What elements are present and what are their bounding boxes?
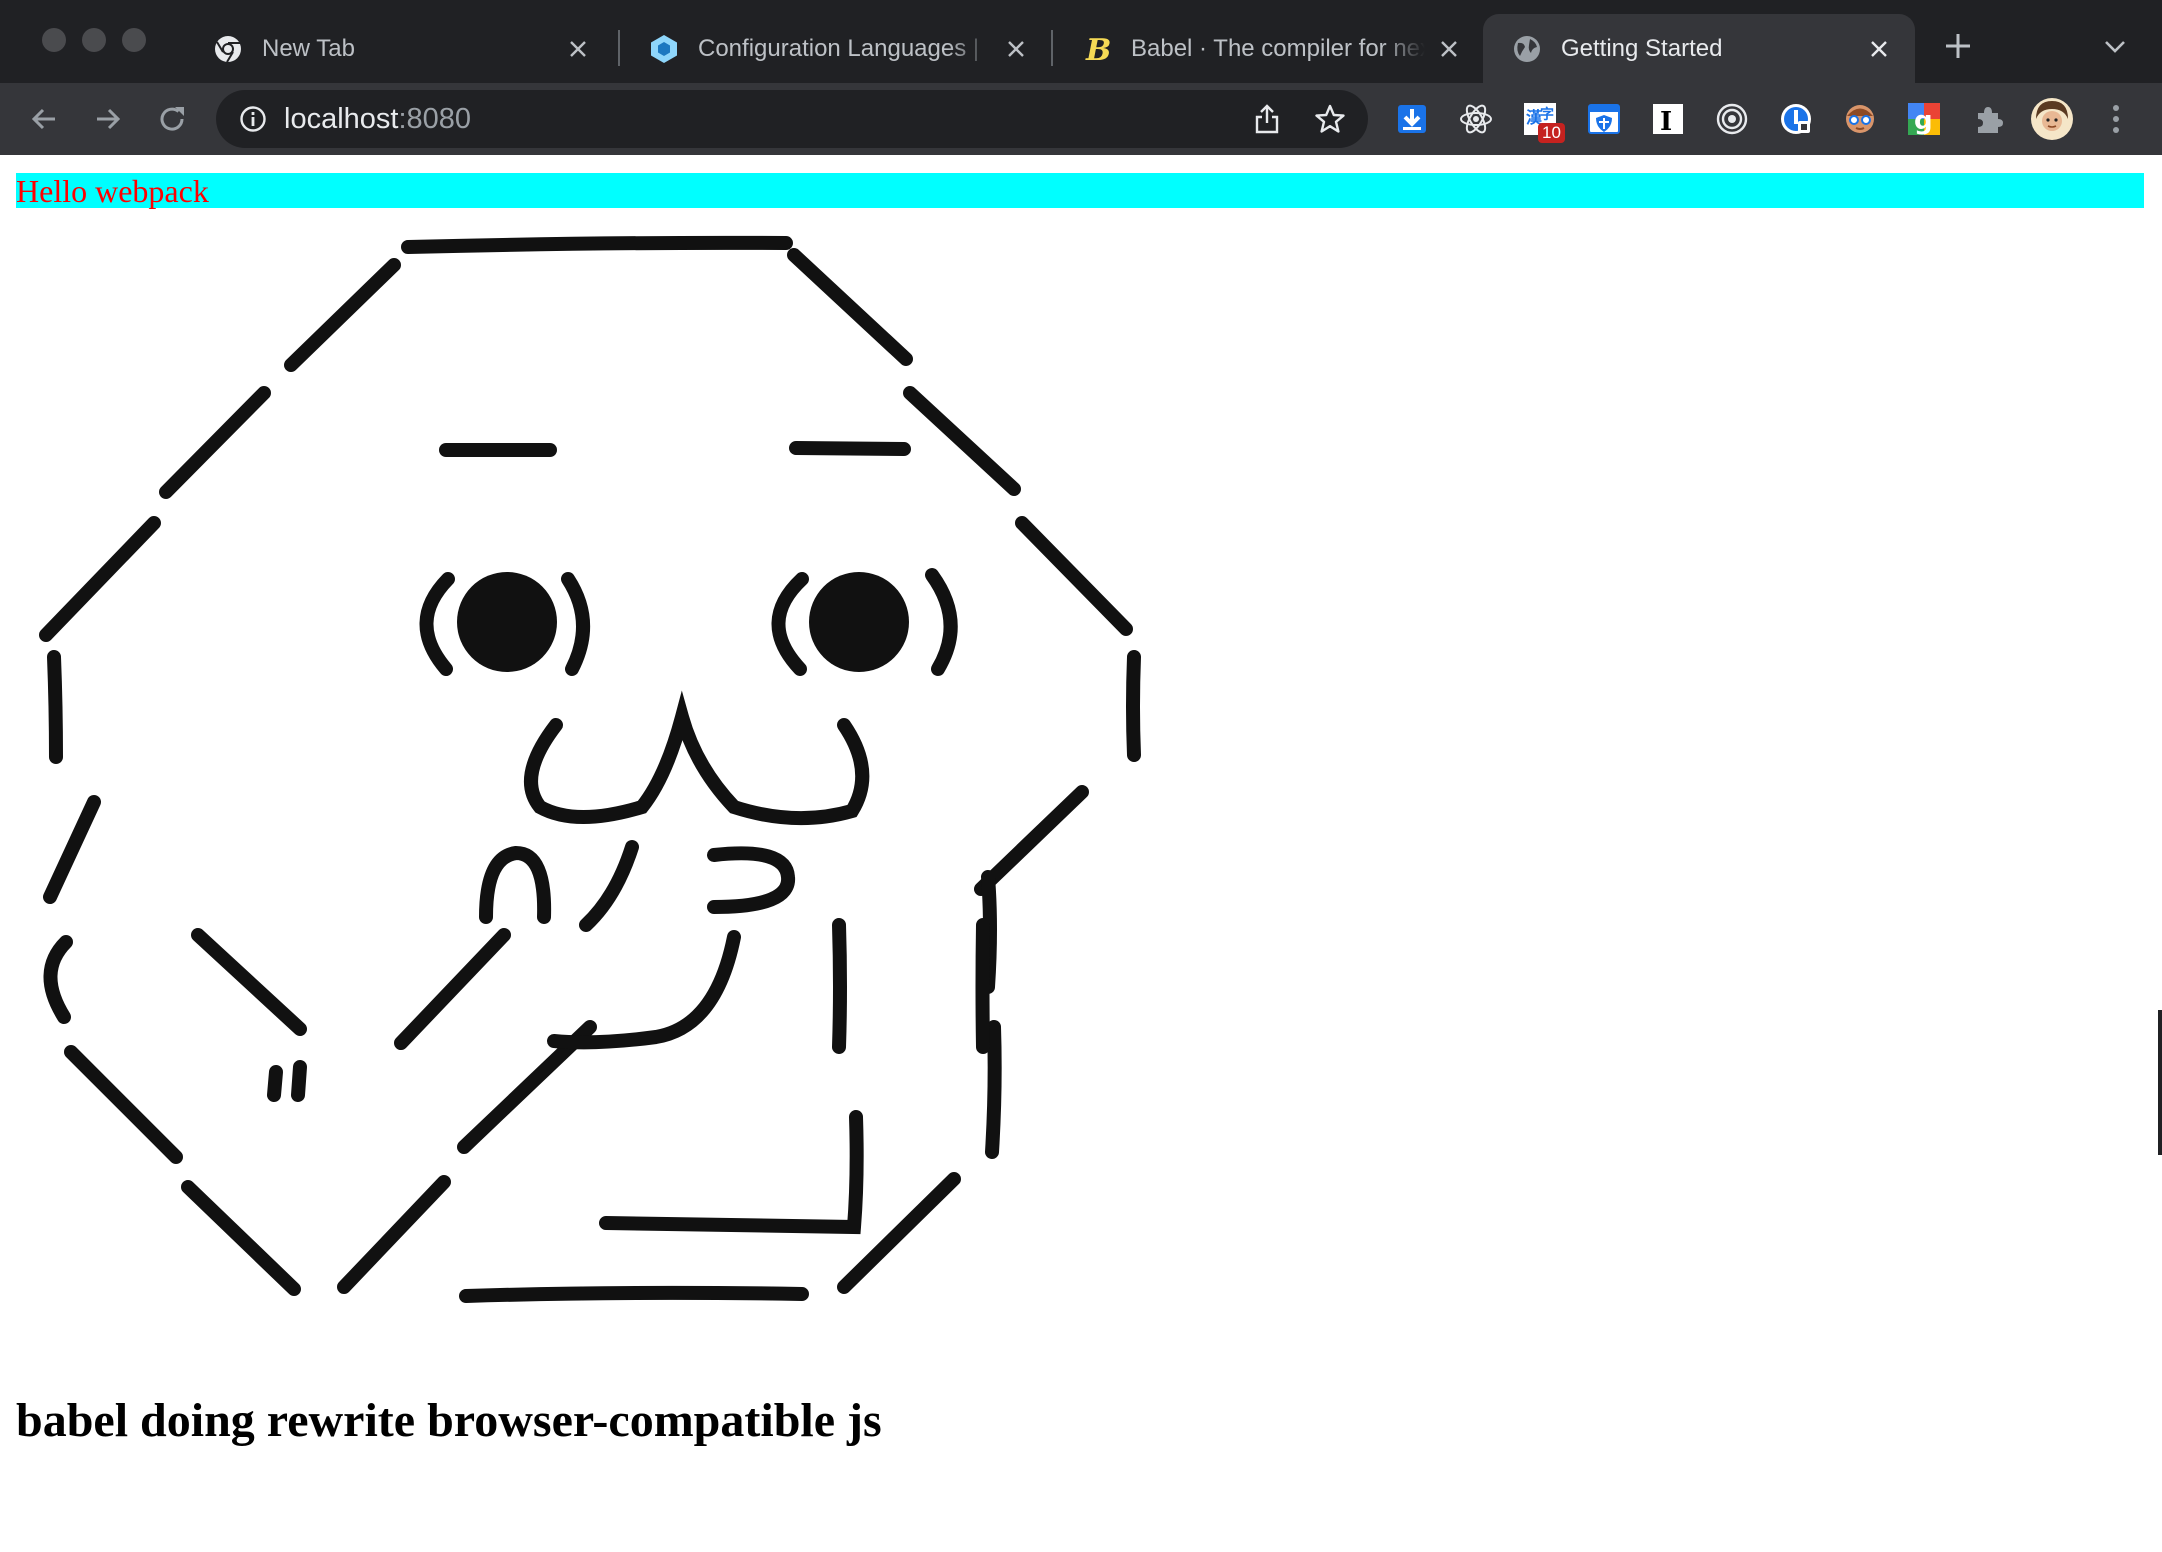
url-host: localhost xyxy=(284,103,399,135)
extensions-puzzle-icon[interactable] xyxy=(1966,97,2010,141)
window-close-button[interactable] xyxy=(42,28,66,52)
chrome-icon xyxy=(212,33,244,65)
svg-text:字: 字 xyxy=(1540,106,1554,123)
bookmark-star-icon[interactable] xyxy=(1313,102,1347,136)
tab-configuration-languages[interactable]: Configuration Languages | xyxy=(620,14,1052,83)
page-viewport: Hello webpack babel doing rewrite browse… xyxy=(0,155,2162,1552)
hello-banner: Hello webpack xyxy=(16,173,2144,209)
chrome-menu-icon[interactable] xyxy=(2094,97,2138,141)
tab-title: Babel · The compiler for next generation… xyxy=(1131,34,1425,62)
svg-text:g: g xyxy=(1914,106,1933,136)
download-extension-icon[interactable] xyxy=(1390,97,1434,141)
address-bar[interactable]: localhost:8080 xyxy=(216,90,1368,148)
new-tab-button[interactable] xyxy=(1940,28,1976,64)
arrow-right-icon xyxy=(97,108,121,130)
babel-icon: B xyxy=(1081,33,1113,65)
plus-icon xyxy=(1946,34,1970,58)
target-extension-icon[interactable] xyxy=(1710,97,1754,141)
close-icon[interactable] xyxy=(1002,35,1030,63)
forward-button[interactable] xyxy=(86,97,130,141)
google-extension-icon[interactable]: g xyxy=(1902,97,1946,141)
url-text[interactable]: localhost:8080 xyxy=(284,90,471,148)
line-art-face-image xyxy=(39,235,1141,1303)
svg-text:B: B xyxy=(1085,33,1111,65)
globe-icon xyxy=(1511,33,1543,65)
extension-badge: 10 xyxy=(1538,123,1565,143)
arrow-left-icon xyxy=(31,108,55,130)
browser-chrome: New Tab Configuration Languages | B Babe… xyxy=(0,0,2162,155)
tab-strip: New Tab Configuration Languages | B Babe… xyxy=(0,0,2162,83)
tab-title: Getting Started xyxy=(1561,34,1723,62)
avatar-extension-icon[interactable] xyxy=(1838,97,1882,141)
reload-button[interactable] xyxy=(150,97,194,141)
tab-getting-started[interactable]: Getting Started xyxy=(1483,14,1915,83)
window-minimize-button[interactable] xyxy=(82,28,106,52)
tab-title: New Tab xyxy=(262,34,355,62)
instapaper-icon[interactable]: I xyxy=(1646,97,1690,141)
share-icon[interactable] xyxy=(1250,102,1284,136)
shield-extension-icon[interactable] xyxy=(1582,97,1626,141)
close-icon[interactable] xyxy=(1865,35,1893,63)
password-manager-icon[interactable] xyxy=(1774,97,1818,141)
react-devtools-icon[interactable] xyxy=(1454,97,1498,141)
tab-title: Configuration Languages | xyxy=(698,34,980,62)
reload-icon xyxy=(160,107,184,131)
window-zoom-button[interactable] xyxy=(122,28,146,52)
chevron-down-icon xyxy=(2105,41,2125,53)
toolbar: localhost:8080 漢字 10 I g xyxy=(0,83,2162,155)
profile-avatar[interactable] xyxy=(2030,97,2074,141)
tab-search-button[interactable] xyxy=(2098,30,2132,64)
webpack-icon xyxy=(648,33,680,65)
close-icon[interactable] xyxy=(564,35,592,63)
tab-babel[interactable]: B Babel · The compiler for next generati… xyxy=(1053,14,1485,83)
url-port: :8080 xyxy=(398,103,472,135)
page-heading: babel doing rewrite browser-compatible j… xyxy=(16,1394,882,1447)
svg-text:I: I xyxy=(1660,107,1672,136)
back-button[interactable] xyxy=(22,97,66,141)
tab-new-tab[interactable]: New Tab xyxy=(184,14,614,83)
close-icon[interactable] xyxy=(1435,35,1463,63)
translate-extension-icon[interactable]: 漢字 10 xyxy=(1518,97,1565,143)
scrollbar[interactable] xyxy=(2158,1010,2162,1155)
info-icon[interactable] xyxy=(238,104,268,134)
